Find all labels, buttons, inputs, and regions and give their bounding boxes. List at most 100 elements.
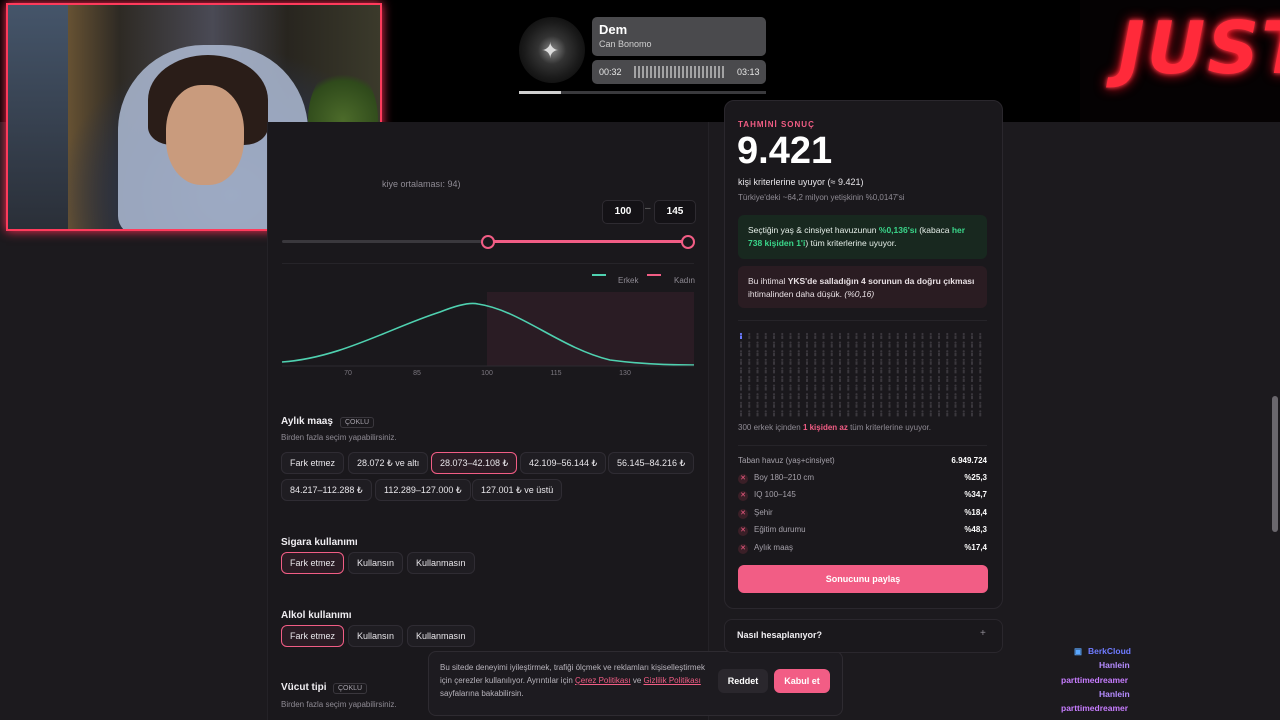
person-icon xyxy=(797,341,800,348)
privacy-policy-link[interactable]: Gizlilik Politikası xyxy=(644,676,701,685)
divider xyxy=(282,263,694,264)
salary-option[interactable]: 84.217–112.288 ₺ xyxy=(281,479,372,501)
person-icon xyxy=(888,393,891,400)
person-icon xyxy=(847,341,850,348)
person-icon xyxy=(847,350,850,357)
person-icon xyxy=(913,350,916,357)
person-icon xyxy=(913,375,916,382)
person-icon xyxy=(954,350,957,357)
salary-option[interactable]: Fark etmez xyxy=(281,452,345,474)
close-icon: ✕ xyxy=(738,509,748,519)
person-icon xyxy=(904,350,908,357)
person-icon xyxy=(739,341,743,348)
salary-option[interactable]: 112.289–127.000 ₺ xyxy=(375,479,471,501)
cookie-policy-link[interactable]: Çerez Politikası xyxy=(575,676,631,685)
person-icon xyxy=(970,350,974,357)
person-icon xyxy=(830,332,833,339)
person-icon xyxy=(904,332,908,339)
alcohol-option-selected[interactable]: Fark etmez xyxy=(281,625,345,647)
reject-cookies-button[interactable]: Reddet xyxy=(718,669,768,693)
smoking-option[interactable]: Kullansın xyxy=(348,552,404,574)
person-icon xyxy=(748,341,751,348)
person-icon xyxy=(946,332,949,339)
person-icon xyxy=(838,358,842,365)
tick-label: 85 xyxy=(413,370,421,377)
plus-icon[interactable]: + xyxy=(980,628,986,639)
salary-option-selected[interactable]: 28.073–42.108 ₺ xyxy=(431,452,518,474)
person-icon xyxy=(756,358,759,365)
person-icon xyxy=(921,350,924,357)
person-icon xyxy=(880,367,883,374)
person-icon xyxy=(904,410,908,417)
smoking-option-selected[interactable]: Fark etmez xyxy=(281,552,345,574)
person-icon xyxy=(814,393,817,400)
stat-label: Eğitim durumu xyxy=(754,525,806,534)
person-icon xyxy=(929,384,932,391)
person-icon xyxy=(822,341,825,348)
iq-min-input[interactable]: 100 xyxy=(602,200,644,224)
legend-male-swatch xyxy=(592,274,606,276)
person-icon xyxy=(888,332,891,339)
person-icon xyxy=(880,341,883,348)
person-icon xyxy=(954,332,957,339)
iq-slider-min-handle[interactable] xyxy=(481,235,495,249)
person-icon xyxy=(921,384,924,391)
alcohol-option[interactable]: Kullansın xyxy=(348,625,404,647)
person-icon xyxy=(855,367,858,374)
person-icon xyxy=(946,410,949,417)
person-icon xyxy=(847,384,850,391)
person-icon xyxy=(929,367,932,374)
person-icon xyxy=(847,375,850,382)
person-icon xyxy=(946,401,949,408)
person-icon xyxy=(822,350,825,357)
person-icon xyxy=(822,367,825,374)
person-icon xyxy=(896,341,899,348)
smoking-option[interactable]: Kullanmasın xyxy=(407,552,475,574)
result-summary: kişi kriterlerine uyuyor (≈ 9.421) xyxy=(738,177,864,187)
person-icon xyxy=(896,358,899,365)
salary-option[interactable]: 127.001 ₺ ve üstü xyxy=(472,479,563,501)
salary-option[interactable]: 28.072 ₺ ve altı xyxy=(348,452,429,474)
salary-option[interactable]: 42.109–56.144 ₺ xyxy=(520,452,607,474)
person-icon xyxy=(962,358,965,365)
person-icon xyxy=(946,375,949,382)
stat-value: %18,4 xyxy=(964,508,987,517)
person-icon xyxy=(797,350,800,357)
person-icon xyxy=(937,393,941,400)
legend-female-label: Kadın xyxy=(674,276,695,285)
iq-slider-max-handle[interactable] xyxy=(681,235,695,249)
person-icon xyxy=(913,358,916,365)
person-icon xyxy=(822,358,825,365)
person-icon xyxy=(797,358,800,365)
person-icon xyxy=(838,350,842,357)
iq-average-note: kiye ortalaması: 94) xyxy=(382,179,461,189)
person-icon xyxy=(805,393,809,400)
tick-label: 130 xyxy=(619,370,631,377)
person-icon xyxy=(896,401,899,408)
person-icon xyxy=(921,410,924,417)
person-icon xyxy=(970,358,974,365)
legend-female-swatch xyxy=(647,274,661,276)
iq-max-input[interactable]: 145 xyxy=(654,200,696,224)
how-calculated-title[interactable]: Nasıl hesaplanıyor? xyxy=(737,630,822,640)
person-icon xyxy=(814,350,817,357)
person-icon xyxy=(946,384,949,391)
person-icon xyxy=(781,384,784,391)
person-icon xyxy=(830,358,833,365)
person-icon xyxy=(921,367,924,374)
accept-cookies-button[interactable]: Kabul et xyxy=(774,669,830,693)
person-icon xyxy=(781,332,784,339)
person-icon xyxy=(896,375,899,382)
salary-option[interactable]: 56.145–84.216 ₺ xyxy=(608,452,695,474)
person-icon xyxy=(946,341,949,348)
stat-row: ✕ Şehir %18,4 xyxy=(738,508,987,519)
person-icon xyxy=(929,332,932,339)
person-icon xyxy=(871,332,875,339)
scrollbar-thumb[interactable] xyxy=(1272,396,1278,532)
cookie-text: Bu sitede deneyimi iyileştirmek, trafiği… xyxy=(440,661,715,700)
share-result-button[interactable]: Sonucunu paylaş xyxy=(738,565,988,593)
alcohol-option[interactable]: Kullanmasın xyxy=(407,625,475,647)
person-icon-highlighted xyxy=(739,332,743,339)
person-icon xyxy=(979,410,982,417)
duration-time: 03:13 xyxy=(737,67,760,77)
